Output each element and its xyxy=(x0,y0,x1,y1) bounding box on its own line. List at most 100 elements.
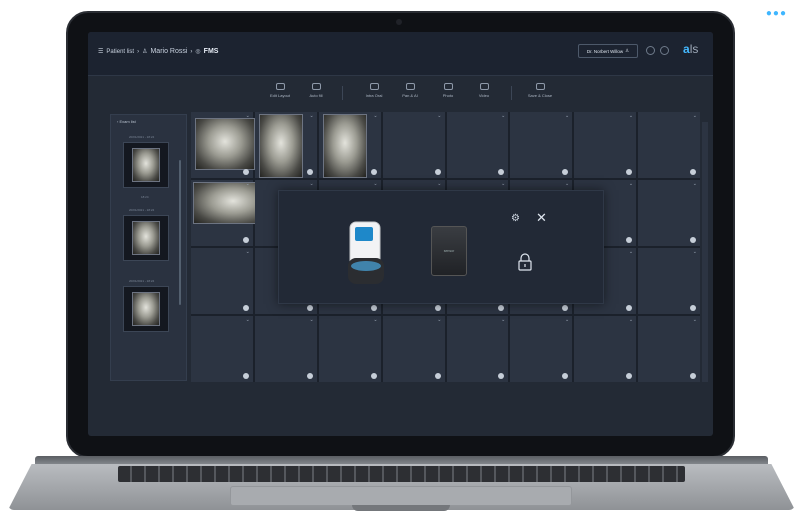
chevron-down-icon[interactable]: ⌄ xyxy=(693,249,697,255)
camera-icon xyxy=(443,83,453,90)
grid-slot[interactable]: ⌄ xyxy=(191,316,253,382)
video-button[interactable]: Video xyxy=(464,83,504,98)
thumb-caption: 18:24 xyxy=(141,195,149,199)
edit-layout-button[interactable]: Edit Layout xyxy=(260,83,300,98)
chevron-down-icon[interactable]: ⌄ xyxy=(693,181,697,187)
chevron-down-icon[interactable]: ⌄ xyxy=(246,113,250,119)
pan-ai-button[interactable]: Pan & AI xyxy=(390,83,430,98)
chevron-down-icon[interactable]: ⌄ xyxy=(246,249,250,255)
photo-button[interactable]: Photo xyxy=(428,83,468,98)
chevron-down-icon[interactable]: ⌄ xyxy=(565,317,569,323)
xray-image xyxy=(132,148,160,182)
status-dot-icon xyxy=(626,169,633,175)
xray-image xyxy=(258,114,303,178)
exam-thumbnail[interactable] xyxy=(123,142,169,188)
chevron-down-icon[interactable]: ⌄ xyxy=(310,317,314,323)
status-dot-icon xyxy=(626,305,633,311)
save-close-button[interactable]: Save & Close xyxy=(520,83,560,98)
grid-slot[interactable]: ⌄ xyxy=(254,316,317,382)
top-bar: ☰ Patient list › ♙ Mario Rossi › ◎ FMS D… xyxy=(88,32,713,76)
grid-slot[interactable]: ⌄ xyxy=(382,316,445,382)
tool-label: Pan & AI xyxy=(402,93,418,98)
status-dot-icon xyxy=(306,373,313,379)
chevron-down-icon[interactable]: ⌄ xyxy=(629,249,633,255)
status-dot-icon xyxy=(306,169,313,175)
status-dot-icon xyxy=(690,237,696,243)
laptop-keyboard xyxy=(118,466,685,482)
exam-thumbnail[interactable] xyxy=(123,286,169,332)
chevron-down-icon[interactable]: ⌄ xyxy=(565,113,569,119)
status-dot-icon xyxy=(690,305,696,311)
layout-icon xyxy=(275,83,285,90)
chevron-down-icon[interactable]: ⌄ xyxy=(565,181,569,187)
chevron-down-icon[interactable]: ⌄ xyxy=(629,181,633,187)
exam-list-title[interactable]: ‹ Exam list xyxy=(117,119,136,124)
grid-scrollbar[interactable] xyxy=(702,122,708,382)
intra-oral-button[interactable]: Intra Oral xyxy=(354,83,394,98)
grid-slot[interactable]: ⌄ xyxy=(446,316,509,382)
chevron-down-icon[interactable]: ⌄ xyxy=(437,317,441,323)
grid-slot[interactable]: ⌄ xyxy=(574,112,637,178)
exam-thumbnail[interactable] xyxy=(123,215,169,261)
video-icon xyxy=(479,83,489,90)
grid-slot[interactable]: ⌄ xyxy=(382,112,445,178)
chevron-down-icon[interactable]: ⌄ xyxy=(629,113,633,119)
grid-slot[interactable]: ⌄ xyxy=(574,316,637,382)
status-dot-icon xyxy=(242,237,249,243)
grid-slot[interactable]: ⌄ xyxy=(446,112,509,178)
chevron-down-icon[interactable]: ⌄ xyxy=(693,113,697,119)
grid-slot[interactable]: ⌄ xyxy=(510,112,573,178)
panel-scrollbar[interactable] xyxy=(179,160,181,305)
chevron-down-icon[interactable]: ⌄ xyxy=(437,181,441,187)
grid-slot[interactable]: ⌄ xyxy=(191,180,273,246)
doctor-name: Dr. Norbert Willow xyxy=(586,48,624,54)
logo-text: ls xyxy=(689,42,699,56)
chevron-down-icon[interactable]: ⌄ xyxy=(310,113,314,119)
chevron-down-icon[interactable]: ⌄ xyxy=(501,113,505,119)
xray-image xyxy=(195,118,255,170)
breadcrumb-patient-name[interactable]: Mario Rossi xyxy=(150,48,187,55)
xray-image xyxy=(132,221,160,255)
grid-slot[interactable]: ⌄ xyxy=(254,112,317,178)
help-icon[interactable] xyxy=(660,46,669,55)
chevron-down-icon[interactable]: ⌄ xyxy=(437,113,441,119)
chevron-down-icon[interactable]: ⌄ xyxy=(629,317,633,323)
grid-slot[interactable]: ⌄ xyxy=(638,112,700,178)
grid-slot[interactable]: ⌄ xyxy=(510,316,573,382)
settings-icon[interactable] xyxy=(646,46,655,55)
toolbar-divider xyxy=(342,86,343,100)
chevron-down-icon[interactable]: ⌄ xyxy=(501,181,505,187)
chevron-down-icon[interactable]: ⌄ xyxy=(373,181,377,187)
tool-label: Edit Layout xyxy=(269,93,290,98)
settings-icon[interactable]: ⚙ xyxy=(511,213,520,224)
status-dot-icon xyxy=(498,373,505,379)
status-dot-icon xyxy=(242,169,249,175)
close-icon[interactable]: ✕ xyxy=(536,210,547,226)
lock-icon[interactable] xyxy=(518,253,532,271)
grid-slot[interactable]: ⌄ xyxy=(191,248,253,314)
grid-slot[interactable]: ⌄ xyxy=(638,180,700,246)
breadcrumb-patient-list[interactable]: Patient list xyxy=(106,49,134,55)
chevron-right-icon: › xyxy=(137,48,140,55)
chevron-down-icon[interactable]: ⌄ xyxy=(693,317,697,323)
grid-slot[interactable]: ⌄ xyxy=(318,112,381,178)
chevron-down-icon[interactable]: ⌄ xyxy=(501,317,505,323)
auto-fill-button[interactable]: Auto fill xyxy=(296,83,336,98)
exam-list-label: Exam list xyxy=(119,119,136,124)
autofill-icon xyxy=(311,83,321,90)
grid-slot[interactable]: ⌄ xyxy=(638,248,700,314)
chevron-down-icon[interactable]: ⌄ xyxy=(310,181,314,187)
chevron-down-icon[interactable]: ⌄ xyxy=(246,181,250,187)
status-dot-icon xyxy=(626,237,633,243)
chevron-down-icon[interactable]: ⌄ xyxy=(246,317,250,323)
tool-label: Photo xyxy=(442,93,454,98)
more-options-icon[interactable]: ●●● xyxy=(766,8,787,19)
eye-icon: ◎ xyxy=(195,49,201,55)
grid-slot[interactable]: ⌄ xyxy=(638,316,700,382)
doctor-selector[interactable]: Dr. Norbert Willow ♙ xyxy=(578,44,638,58)
grid-slot[interactable]: ⌄ xyxy=(318,316,381,382)
chevron-down-icon[interactable]: ⌄ xyxy=(373,113,377,119)
status-dot-icon xyxy=(562,373,569,379)
chevron-down-icon[interactable]: ⌄ xyxy=(373,317,377,323)
grid-slot[interactable]: ⌄ xyxy=(191,112,255,178)
